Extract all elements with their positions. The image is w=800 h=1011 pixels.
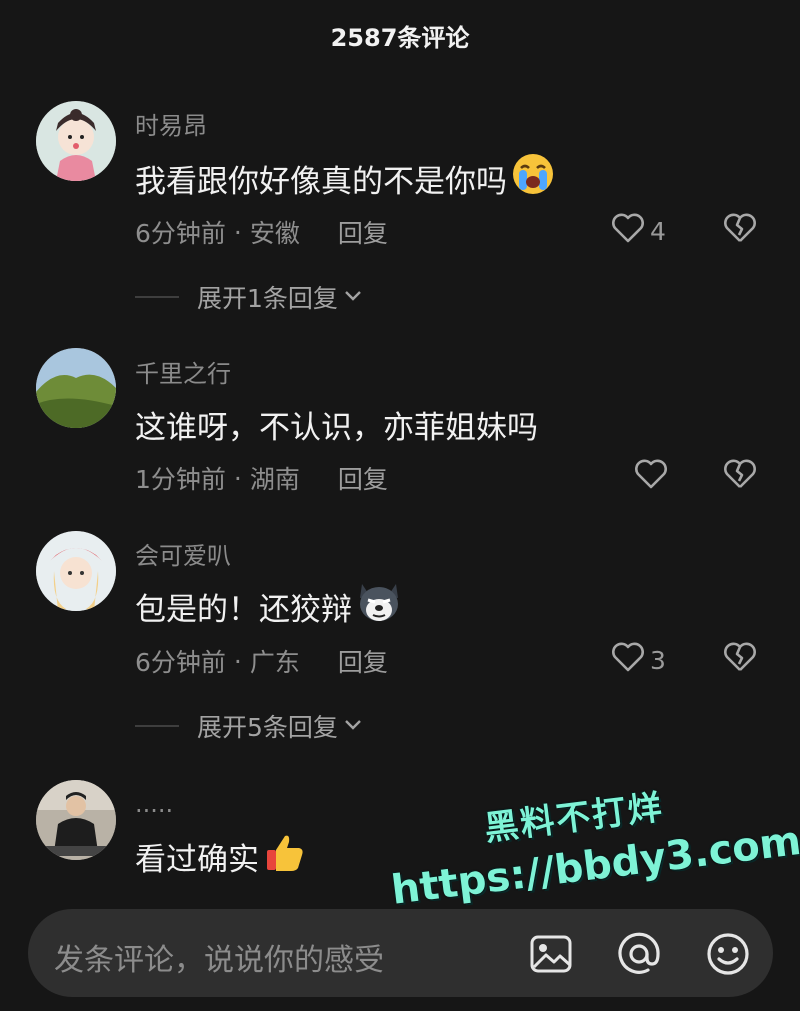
- comment-text-content: 看过确实: [135, 841, 259, 878]
- loudly-crying-face-icon: [511, 152, 555, 204]
- comment-count-title: 2587条评论: [330, 23, 470, 52]
- comment-meta: 1分钟前 · 湖南 回复: [135, 460, 388, 496]
- chevron-down-icon: [338, 712, 364, 741]
- heart-outline-icon: [610, 210, 646, 252]
- divider-line: [135, 296, 179, 298]
- comment-input-placeholder[interactable]: 发条评论，说说你的感受: [54, 935, 384, 979]
- broken-heart-icon: [722, 213, 758, 250]
- husky-dog-face-icon: [356, 580, 402, 632]
- at-sign-icon[interactable]: [616, 931, 662, 977]
- comment-meta: 6分钟前 · 安徽 回复: [135, 214, 388, 250]
- expand-replies-label: 展开1条回复: [197, 284, 338, 313]
- meta-separator: ·: [233, 646, 242, 676]
- comment-text-content: 包是的！还狡辩: [135, 591, 352, 628]
- reply-button[interactable]: 回复: [338, 643, 388, 679]
- broken-heart-icon: [722, 642, 758, 679]
- avatar[interactable]: [36, 101, 116, 181]
- comment-text-content: 我看跟你好像真的不是你吗: [135, 163, 507, 200]
- expand-replies-button[interactable]: 展开1条回复: [135, 279, 364, 315]
- comment-text: 包是的！还狡辩: [135, 580, 402, 632]
- meta-separator: ·: [233, 217, 242, 247]
- like-button[interactable]: 4: [610, 210, 666, 252]
- comment-meta: 6分钟前 · 广东 回复: [135, 643, 388, 679]
- comment-time: 6分钟前: [135, 648, 226, 677]
- comment-input-bar[interactable]: 发条评论，说说你的感受: [28, 909, 773, 997]
- comment-location: 安徽: [249, 219, 300, 248]
- reply-button[interactable]: 回复: [338, 460, 388, 496]
- avatar[interactable]: [36, 780, 116, 860]
- like-button[interactable]: [633, 456, 669, 498]
- comment-time: 1分钟前: [135, 465, 226, 494]
- avatar[interactable]: [36, 348, 116, 428]
- comment-location: 湖南: [249, 465, 300, 494]
- comment-time: 6分钟前: [135, 219, 226, 248]
- meta-separator: ·: [233, 463, 242, 493]
- comment-text: 我看跟你好像真的不是你吗: [135, 152, 555, 204]
- expand-replies-label: 展开5条回复: [197, 713, 338, 742]
- comment-text-content: 这谁呀，不认识，亦菲姐妹吗: [135, 410, 538, 446]
- like-count: 4: [650, 216, 666, 246]
- reply-button[interactable]: 回复: [338, 214, 388, 250]
- comment-text: 看过确实: [135, 830, 307, 882]
- avatar[interactable]: [36, 531, 116, 611]
- comment-location: 广东: [249, 648, 300, 677]
- divider-line: [135, 725, 179, 727]
- image-icon[interactable]: [528, 931, 574, 977]
- comment-username[interactable]: 会可爱叭: [135, 536, 231, 571]
- heart-outline-icon: [610, 639, 646, 681]
- smiley-icon[interactable]: [705, 931, 751, 977]
- thumbs-up-icon: [263, 830, 307, 882]
- comment-text: 这谁呀，不认识，亦菲姐妹吗: [135, 402, 538, 447]
- comment-username[interactable]: 千里之行: [135, 354, 231, 389]
- dislike-button[interactable]: [722, 639, 758, 679]
- watermark: 黑料不打烊 https://bbdy3.com: [382, 767, 800, 932]
- dislike-button[interactable]: [722, 456, 758, 496]
- comment-username[interactable]: .....: [135, 790, 173, 818]
- expand-replies-button[interactable]: 展开5条回复: [135, 708, 364, 744]
- dislike-button[interactable]: [722, 210, 758, 250]
- broken-heart-icon: [722, 459, 758, 496]
- chevron-down-icon: [338, 283, 364, 312]
- like-count: 3: [650, 645, 666, 675]
- like-button[interactable]: 3: [610, 639, 666, 681]
- comments-header: 2587条评论: [0, 0, 800, 70]
- comment-username[interactable]: 时易昂: [135, 106, 207, 141]
- heart-outline-icon: [633, 456, 669, 498]
